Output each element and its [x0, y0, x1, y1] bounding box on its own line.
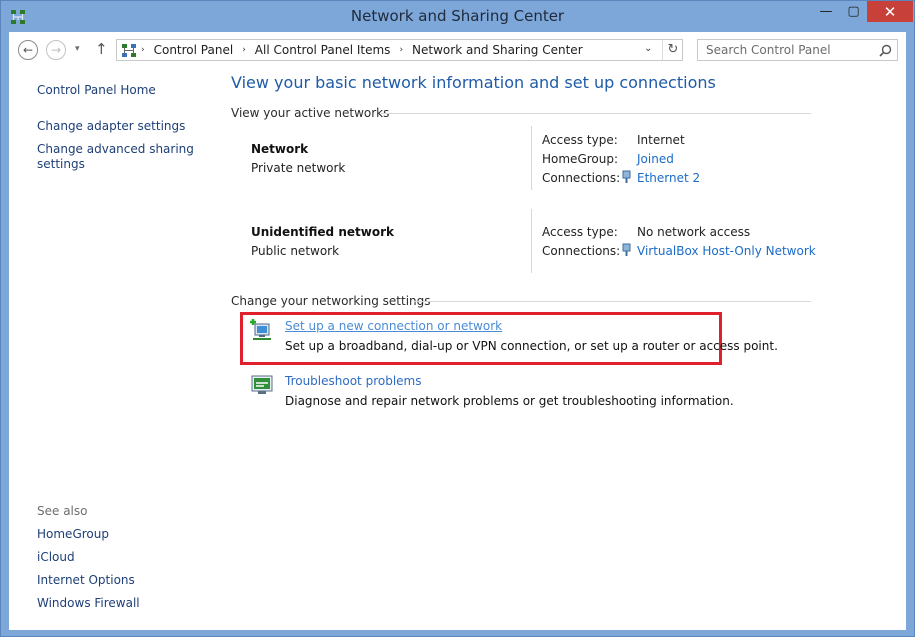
window: Network and Sharing Center — ▢ ✕ ← → ▾ ↑… [0, 0, 915, 637]
new-connection-icon [250, 319, 271, 340]
forward-button[interactable]: → [46, 40, 66, 60]
vertical-divider [531, 126, 532, 190]
ethernet-plug-icon [622, 243, 631, 256]
up-button[interactable]: ↑ [95, 40, 108, 58]
network-category-link[interactable]: Public network [251, 244, 339, 258]
access-type-value: No network access [637, 225, 751, 239]
setup-connection-description: Set up a broadband, dial-up or VPN conne… [285, 339, 778, 353]
homegroup-joined-link[interactable]: Joined [637, 152, 674, 166]
search-placeholder: Search Control Panel [706, 43, 831, 57]
breadcrumb-control-panel[interactable]: Control Panel [154, 43, 234, 57]
network-name: Unidentified network [251, 225, 394, 239]
refresh-icon[interactable]: ↻ [662, 40, 683, 60]
navigation-bar: ← → ▾ ↑ › Control Panel › All Control Pa… [9, 32, 906, 68]
close-button[interactable]: ✕ [867, 1, 913, 22]
ethernet-connection-link[interactable]: Ethernet 2 [637, 171, 700, 185]
network-name: Network [251, 142, 309, 156]
breadcrumb-separator[interactable]: › [399, 45, 403, 55]
setup-connection-link[interactable]: Set up a new connection or network [285, 319, 502, 333]
ethernet-plug-icon [622, 170, 631, 183]
virtualbox-connection-link[interactable]: VirtualBox Host-Only Network [637, 244, 816, 258]
breadcrumb-all-items[interactable]: All Control Panel Items [255, 43, 391, 57]
breadcrumb-separator[interactable]: › [242, 45, 246, 55]
connections-label: Connections: [542, 171, 621, 185]
sidebar-item-windows-firewall[interactable]: Windows Firewall [37, 596, 140, 611]
section-divider [414, 301, 811, 302]
minimize-button[interactable]: — [812, 1, 840, 22]
sidebar-item-advanced-sharing[interactable]: Change advanced sharing settings [37, 142, 194, 172]
control-panel-icon [122, 44, 136, 57]
search-input[interactable]: Search Control Panel [697, 39, 898, 61]
troubleshoot-description: Diagnose and repair network problems or … [285, 394, 734, 408]
change-settings-label: Change your networking settings [231, 294, 431, 308]
content-area: ← → ▾ ↑ › Control Panel › All Control Pa… [9, 32, 906, 630]
breadcrumb: › Control Panel › All Control Panel Item… [141, 43, 583, 57]
sidebar-item-control-panel-home[interactable]: Control Panel Home [37, 83, 156, 98]
access-type-value: Internet [637, 133, 685, 147]
maximize-button[interactable]: ▢ [840, 1, 867, 22]
sidebar-item-adapter-settings[interactable]: Change adapter settings [37, 119, 185, 134]
window-title: Network and Sharing Center [350, 7, 565, 25]
vertical-divider [531, 209, 532, 273]
chevron-down-icon[interactable]: ⌄ [644, 43, 652, 54]
page-title: View your basic network information and … [231, 73, 716, 92]
troubleshoot-link[interactable]: Troubleshoot problems [285, 374, 421, 388]
back-button[interactable]: ← [18, 40, 38, 60]
connections-label: Connections: [542, 244, 621, 258]
sidebar-item-label: Change advanced sharing [37, 142, 194, 156]
network-category-link[interactable]: Private network [251, 161, 345, 175]
sidebar-item-label: settings [37, 157, 85, 171]
recent-locations-button[interactable]: ▾ [75, 44, 80, 54]
address-bar[interactable]: › Control Panel › All Control Panel Item… [116, 39, 683, 61]
active-networks-label: View your active networks [231, 106, 390, 120]
section-divider [381, 113, 811, 114]
sidebar-item-internet-options[interactable]: Internet Options [37, 573, 135, 588]
search-icon[interactable] [879, 44, 892, 57]
title-bar: Network and Sharing Center — ▢ ✕ [1, 1, 914, 31]
sidebar-item-homegroup[interactable]: HomeGroup [37, 527, 109, 542]
breadcrumb-separator[interactable]: › [141, 45, 145, 55]
breadcrumb-network-sharing[interactable]: Network and Sharing Center [412, 43, 583, 57]
access-type-label: Access type: [542, 225, 618, 239]
sidebar-item-icloud[interactable]: iCloud [37, 550, 75, 565]
troubleshoot-icon [251, 375, 273, 394]
see-also-label: See also [37, 504, 88, 518]
access-type-label: Access type: [542, 133, 618, 147]
homegroup-label: HomeGroup: [542, 152, 619, 166]
